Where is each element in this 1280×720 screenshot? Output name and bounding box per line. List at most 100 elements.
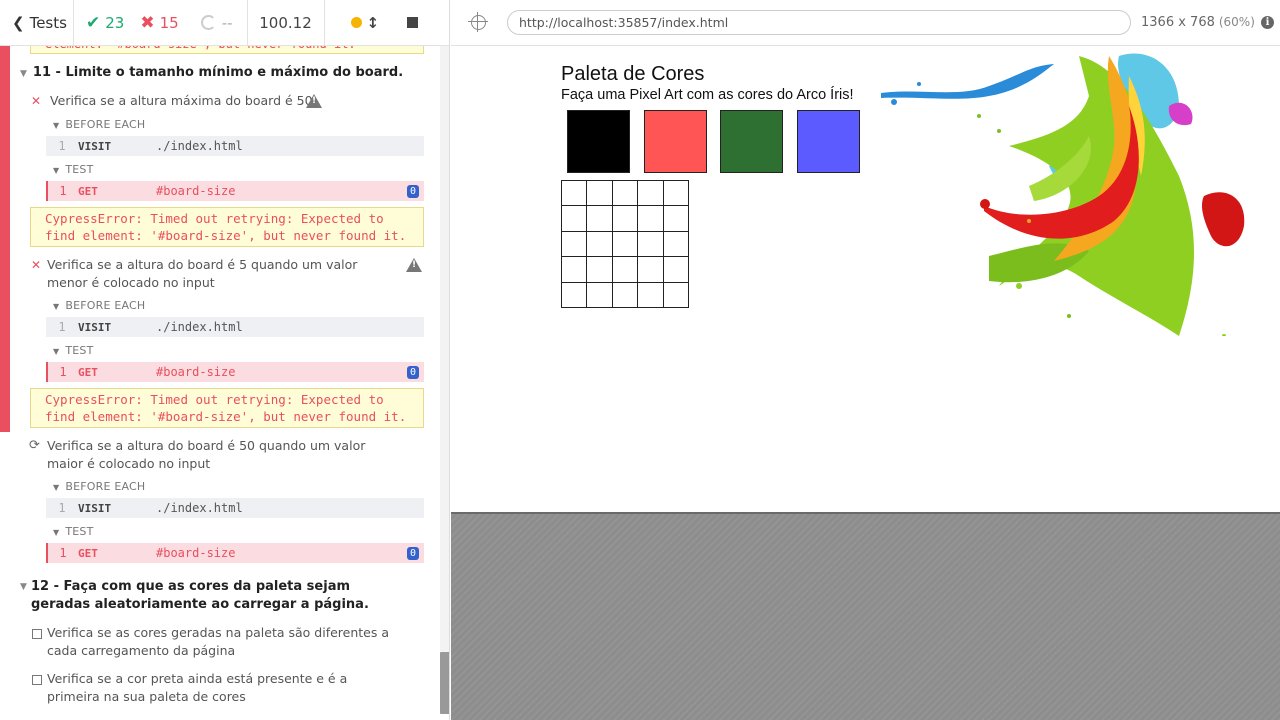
command-visit[interactable]: 1 VISIT ./index.html (46, 498, 424, 518)
command-message: ./index.html (156, 320, 243, 334)
pixel-cell[interactable] (587, 181, 613, 207)
caret-down-icon: ▼ (53, 302, 60, 311)
hook-test[interactable]: ▼ TEST (53, 525, 94, 538)
info-icon[interactable]: i (1261, 16, 1274, 29)
test-title: Verifica se a altura do board é 5 quando… (47, 257, 358, 290)
pixel-cell[interactable] (612, 282, 639, 308)
suite-12-title[interactable]: ▼ 12 - Faça com que as cores da paleta s… (20, 578, 380, 614)
pixel-cell[interactable] (587, 206, 613, 232)
pixel-cell[interactable] (663, 231, 689, 258)
element-count-badge: 0 (406, 546, 419, 560)
pixel-cell[interactable] (587, 257, 613, 283)
error-message[interactable]: CypressError: Timed out retrying: Expect… (30, 207, 424, 247)
pixel-cell[interactable] (612, 231, 639, 258)
command-number: 1 (58, 320, 66, 334)
command-message: ./index.html (156, 501, 243, 515)
error-message[interactable]: CypressError: Timed out retrying: Expect… (30, 388, 424, 428)
pixel-cell[interactable] (638, 282, 664, 308)
element-count-badge: 0 (406, 184, 419, 198)
command-visit[interactable]: 1 VISIT ./index.html (46, 136, 424, 156)
test-item[interactable]: ✕ Verifica se a altura máxima do board é… (31, 92, 391, 110)
pixel-cell[interactable] (663, 181, 689, 207)
color-swatch-black[interactable] (567, 110, 630, 173)
command-number: 1 (59, 365, 67, 379)
viewport-scale: (60%) (1218, 15, 1255, 29)
pixel-cell[interactable] (612, 181, 639, 207)
test-item[interactable]: ✕ Verifica se a altura do board é 5 quan… (31, 256, 396, 292)
command-get[interactable]: 1 GET #board-size 0 (46, 362, 424, 382)
pixel-cell[interactable] (663, 257, 689, 283)
warning-icon[interactable] (306, 94, 322, 108)
command-get[interactable]: 1 GET #board-size 0 (46, 543, 424, 563)
hook-label: BEFORE EACH (65, 299, 146, 312)
test-item[interactable]: ⟳ Verifica se a altura do board é 50 qua… (29, 437, 396, 473)
command-message: #board-size (156, 184, 236, 198)
x-icon: ✖ (140, 12, 155, 33)
command-number: 1 (58, 139, 66, 153)
command-message: #board-size (156, 546, 236, 560)
passed-stat[interactable]: ✔ 23 (80, 0, 130, 46)
pixel-cell[interactable] (562, 231, 588, 258)
command-name: VISIT (78, 139, 112, 153)
hook-test[interactable]: ▼ TEST (53, 163, 94, 176)
url-bar[interactable]: http://localhost:35857/index.html (507, 10, 1131, 35)
aut-background-area (451, 512, 1280, 720)
command-name: GET (78, 184, 98, 198)
caret-down-icon: ▼ (20, 582, 27, 592)
color-swatch-blue[interactable] (797, 110, 860, 173)
pixel-cell[interactable] (663, 282, 689, 308)
pixel-cell[interactable] (612, 257, 639, 283)
suite-fail-indicator (0, 46, 10, 432)
pixel-cell[interactable] (638, 257, 664, 283)
color-swatch-green[interactable] (720, 110, 783, 173)
command-message: #board-size (156, 365, 236, 379)
checkbox-icon (32, 629, 42, 639)
scrollbar-track[interactable] (440, 46, 449, 714)
command-get[interactable]: 1 GET #board-size 0 (46, 181, 424, 201)
scrollbar-thumb[interactable] (440, 652, 449, 714)
tests-back-button[interactable]: ❮ Tests (0, 0, 74, 46)
color-swatch-red[interactable] (644, 110, 707, 173)
command-visit[interactable]: 1 VISIT ./index.html (46, 317, 424, 337)
x-icon: ✕ (31, 94, 42, 108)
pixel-cell[interactable] (638, 206, 664, 232)
pixel-cell[interactable] (562, 257, 588, 283)
pixel-cell[interactable] (562, 206, 588, 232)
hook-before-each[interactable]: ▼ BEFORE EACH (53, 118, 145, 131)
pixel-cell[interactable] (562, 181, 588, 207)
runnables-list: element: '#board-size', but never found … (0, 46, 440, 714)
page-title: Paleta de Cores (561, 63, 705, 85)
pixel-cell[interactable] (663, 206, 689, 232)
hook-label: TEST (65, 344, 94, 357)
caret-down-icon: ▼ (53, 347, 60, 356)
test-item[interactable]: Verifica se a cor preta ainda está prese… (31, 670, 391, 706)
hook-before-each[interactable]: ▼ BEFORE EACH (53, 299, 145, 312)
pixel-cell[interactable] (587, 282, 613, 308)
failed-stat[interactable]: ✖ 15 (134, 0, 184, 46)
stop-icon[interactable] (407, 17, 419, 28)
suite-12-label: 12 - Faça com que as cores da paleta sej… (31, 579, 369, 612)
test-item[interactable]: Verifica se as cores geradas na paleta s… (31, 624, 391, 660)
hook-test[interactable]: ▼ TEST (53, 344, 94, 357)
command-name: GET (78, 546, 98, 560)
pixel-cell[interactable] (638, 231, 664, 258)
hook-label: BEFORE EACH (65, 118, 146, 131)
pixel-cell[interactable] (562, 282, 588, 308)
reporter-header: ❮ Tests ✔ 23 ✖ 15 -- 100.12 ↕ (0, 0, 449, 46)
pixel-cell[interactable] (638, 181, 664, 207)
caret-down-icon: ▼ (20, 69, 27, 79)
test-title: Verifica se a altura máxima do board é 5… (50, 93, 313, 108)
pending-stat[interactable]: -- (195, 0, 239, 46)
suite-11-title[interactable]: ▼ 11 - Limite o tamanho mínimo e máximo d… (20, 64, 403, 83)
command-number: 1 (58, 501, 66, 515)
duration: 100.12 (246, 0, 325, 46)
hook-before-each[interactable]: ▼ BEFORE EACH (53, 480, 145, 493)
x-icon: ✕ (31, 258, 42, 272)
arrows-vertical-icon[interactable]: ↕ (367, 14, 380, 32)
pixel-cell[interactable] (612, 206, 639, 232)
crosshair-icon[interactable] (468, 12, 488, 32)
hook-label: TEST (65, 525, 94, 538)
pixel-cell[interactable] (587, 231, 613, 258)
previous-error-tail: element: '#board-size', but never found … (30, 46, 424, 54)
warning-icon[interactable] (406, 258, 422, 272)
